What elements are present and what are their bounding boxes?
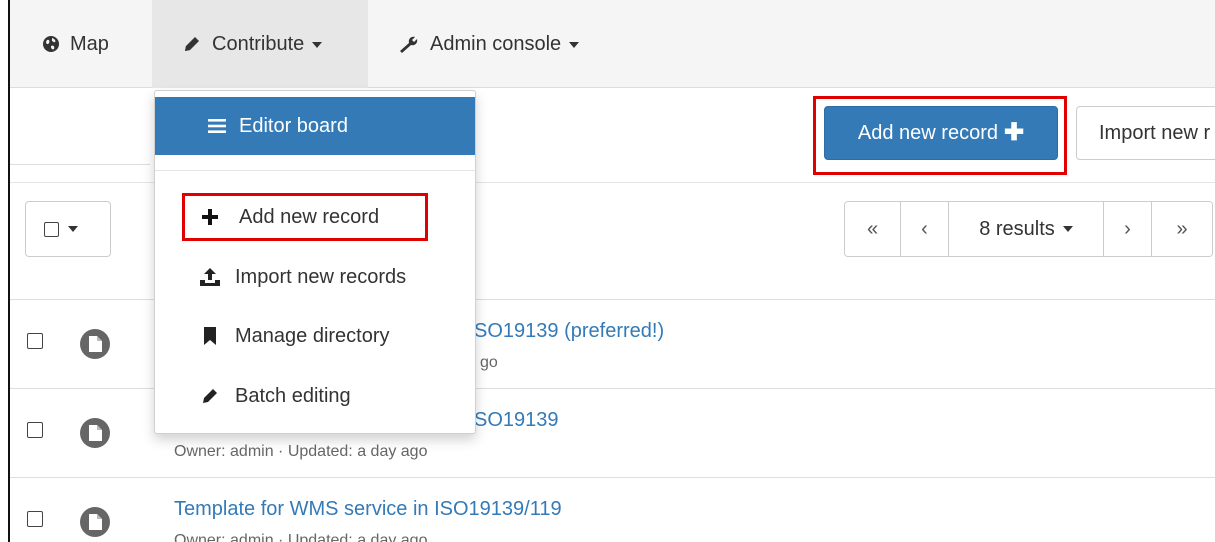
import-button-label: Import new r xyxy=(1099,121,1211,144)
pagination: « ‹ 8 results › » xyxy=(844,201,1213,257)
menu-item-batch-editing[interactable]: Batch editing xyxy=(155,372,475,420)
chevron-down-icon xyxy=(68,226,78,232)
pagination-next[interactable]: › xyxy=(1104,202,1152,256)
wrench-icon xyxy=(398,34,420,54)
row-checkbox[interactable] xyxy=(27,333,43,349)
top-navbar: Map Contribute Admin console xyxy=(10,0,1215,88)
document-icon xyxy=(79,328,111,365)
pagination-first[interactable]: « xyxy=(845,202,901,256)
results-label: 8 results xyxy=(979,217,1055,240)
menu-item-editor-board[interactable]: Editor board xyxy=(155,97,475,155)
divider xyxy=(10,164,150,165)
pencil-icon xyxy=(182,34,202,54)
import-new-records-button[interactable]: Import new r xyxy=(1076,106,1215,160)
record-title[interactable]: SO19139 xyxy=(474,409,559,432)
select-all-checkbox[interactable] xyxy=(44,221,59,237)
menu-bars-icon xyxy=(207,118,227,134)
contribute-dropdown-menu: Editor board Add new record Import new r… xyxy=(154,90,476,434)
globe-icon xyxy=(42,35,60,53)
results-count-dropdown[interactable]: 8 results xyxy=(949,202,1104,256)
document-icon xyxy=(79,417,111,454)
row-checkbox[interactable] xyxy=(27,511,43,527)
record-title[interactable]: SO19139 (preferred!) xyxy=(474,320,664,343)
nav-admin-label: Admin console xyxy=(430,32,562,55)
menu-item-label: Editor board xyxy=(239,114,348,137)
record-title[interactable]: Template for WMS service in ISO19139/119 xyxy=(174,498,562,521)
list-item: Template for WMS service in ISO19139/119… xyxy=(10,477,1215,542)
menu-item-label: Manage directory xyxy=(235,324,390,347)
document-icon xyxy=(79,506,111,542)
menu-item-label: Import new records xyxy=(235,265,407,288)
nav-contribute[interactable]: Contribute xyxy=(152,0,368,88)
bookmark-icon xyxy=(199,326,221,346)
select-all-dropdown[interactable] xyxy=(25,201,111,257)
menu-divider xyxy=(155,170,475,171)
chevron-down-icon xyxy=(1062,226,1073,232)
nav-admin-console[interactable]: Admin console xyxy=(398,0,580,88)
menu-item-manage-directory[interactable]: Manage directory xyxy=(155,312,475,360)
menu-item-import-new-records[interactable]: Import new records xyxy=(155,253,475,301)
app-frame: Map Contribute Admin console Add new rec… xyxy=(8,0,1215,542)
chevron-down-icon xyxy=(312,42,323,48)
chevron-down-icon xyxy=(569,42,580,48)
nav-map[interactable]: Map xyxy=(42,0,109,88)
pagination-prev[interactable]: ‹ xyxy=(901,202,949,256)
record-meta: Owner: admin · Updated: a day ago xyxy=(174,532,428,542)
menu-item-label: Batch editing xyxy=(235,384,351,407)
nav-contribute-label: Contribute xyxy=(212,32,305,55)
row-checkbox[interactable] xyxy=(27,422,43,438)
upload-icon xyxy=(199,267,221,287)
record-meta: go xyxy=(480,354,498,371)
highlight-box xyxy=(813,96,1067,175)
highlight-box xyxy=(182,193,428,241)
pencil-icon xyxy=(199,386,221,406)
pagination-last[interactable]: » xyxy=(1152,202,1212,256)
record-meta: Owner: admin · Updated: a day ago xyxy=(174,443,428,460)
nav-map-label: Map xyxy=(70,32,109,55)
